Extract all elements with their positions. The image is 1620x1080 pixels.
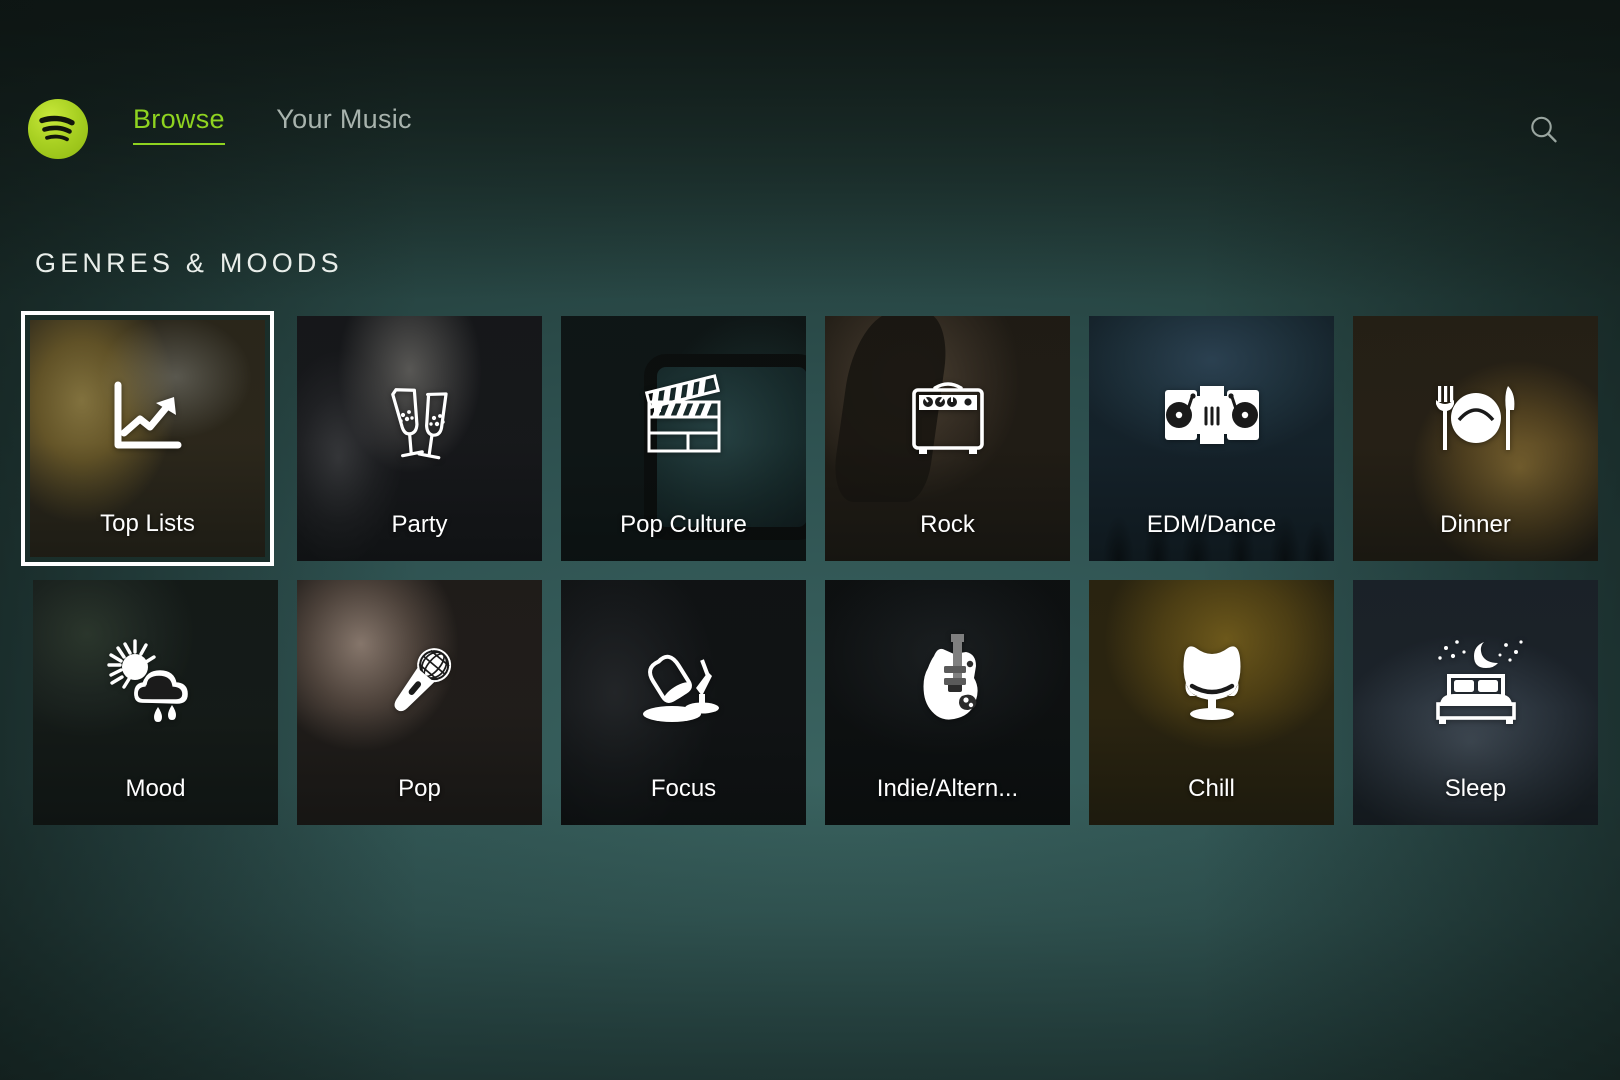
tile-label: Sleep (1444, 775, 1507, 802)
tile-dinner[interactable]: Dinner (1353, 316, 1598, 561)
grid-row: Top Lists Party Pop Culture Rock EDM/Dan… (0, 311, 1620, 575)
champagne-glasses-icon (297, 370, 542, 466)
tile-pop[interactable]: Pop (297, 580, 542, 825)
tile-label: Party (391, 511, 448, 538)
tile-label: Pop (398, 775, 441, 802)
tile-pop-culture[interactable]: Pop Culture (561, 316, 806, 561)
main-nav: Browse Your Music (133, 104, 459, 160)
tile-label: Mood (125, 775, 186, 802)
tile-edm-dance[interactable]: EDM/Dance (1089, 316, 1334, 561)
tile-top-lists[interactable]: Top Lists (21, 311, 274, 566)
tile-label: Dinner (1440, 511, 1511, 538)
tile-party[interactable]: Party (297, 316, 542, 561)
dj-turntables-icon (1089, 370, 1334, 466)
tile-focus[interactable]: Focus (561, 580, 806, 825)
tile-indie-alternative[interactable]: Indie/Altern... (825, 580, 1070, 825)
nav-tab-browse-label: Browse (133, 104, 225, 134)
fork-plate-knife-icon (1353, 370, 1598, 466)
tile-mood[interactable]: Mood (33, 580, 278, 825)
search-icon[interactable] (1524, 110, 1564, 150)
tile-label: Chill (1188, 775, 1235, 802)
app-header: Browse Your Music (0, 0, 1620, 258)
page-title: GENRES & MOODS (35, 248, 343, 278)
guitar-amp-icon (825, 370, 1070, 466)
genres-and-moods-grid: Top Lists Party Pop Culture Rock EDM/Dan… (0, 311, 1620, 839)
tile-sleep[interactable]: Sleep (1353, 580, 1598, 825)
spotify-logo-icon[interactable] (28, 99, 88, 159)
nav-tab-your-music-label: Your Music (276, 104, 412, 134)
tile-rock[interactable]: Rock (825, 316, 1070, 561)
nav-active-underline (133, 143, 225, 145)
tile-chill[interactable]: Chill (1089, 580, 1334, 825)
tile-label: EDM/Dance (1146, 511, 1277, 538)
tile-label: Focus (650, 775, 717, 802)
tile-label: Indie/Altern... (876, 775, 1019, 802)
tile-label: Rock (920, 511, 975, 538)
chart-trend-up-icon (21, 369, 274, 465)
lounge-chair-icon (1089, 634, 1334, 730)
bed-moon-stars-icon (1353, 634, 1598, 730)
electric-guitar-icon (825, 634, 1070, 730)
clapperboard-icon (561, 370, 806, 466)
microphone-icon (297, 634, 542, 730)
tile-label: Top Lists (100, 510, 195, 537)
nav-tab-your-music[interactable]: Your Music (276, 104, 412, 145)
tile-label: Pop Culture (620, 511, 747, 538)
desk-lamp-icon (561, 634, 806, 730)
grid-row: Mood Pop Focus Indie/Altern... Chill Sle… (0, 575, 1620, 839)
sun-cloud-rain-icon (33, 634, 278, 730)
nav-tab-browse[interactable]: Browse (133, 104, 225, 145)
